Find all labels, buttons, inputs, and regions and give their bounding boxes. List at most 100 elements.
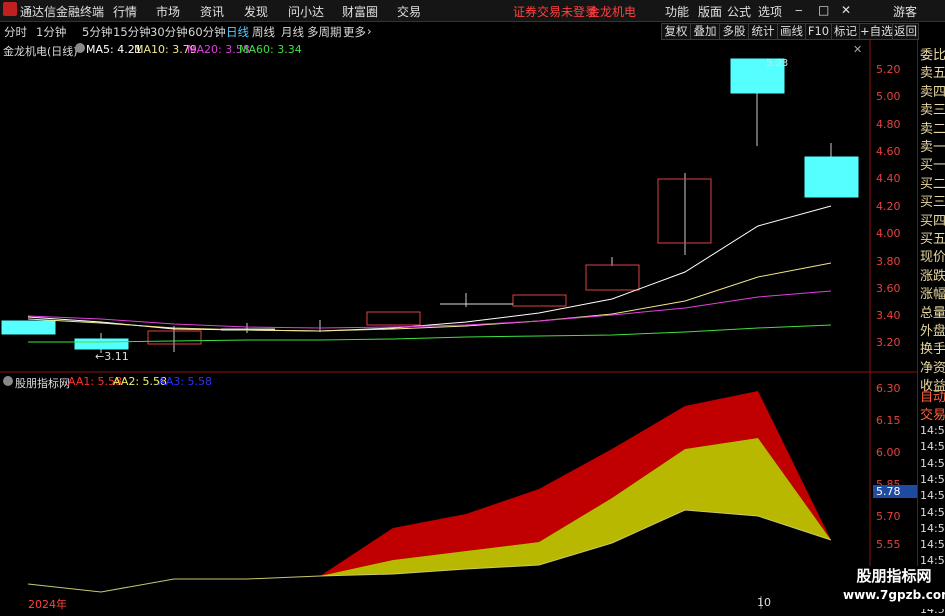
low-price-label: ←3.11 [95,350,129,363]
trade-time: 14:56 [920,489,945,503]
candle-up [585,264,640,291]
settings-dot-icon[interactable] [75,43,85,53]
app-title: 通达信金融终端 [20,5,105,19]
candle-down [74,338,129,350]
guest-label[interactable]: 游客 [893,3,917,20]
minimize-icon[interactable]: ‒ [795,3,803,17]
watermark-line2: www.7gpzb.com [843,588,945,602]
f10-button[interactable]: F10 [805,23,832,40]
date-tick-label: 10 [757,596,771,609]
menu-bar: 通达信金融终端 行情 市场 资讯 发现 问小达 财富圈 交易 证券交易未登录 金… [0,0,945,22]
quote-label: 总量 [920,305,945,321]
price-tick: 4.80 [876,118,901,131]
tab-weekly[interactable]: 周线 [252,24,275,40]
quote-label: 委比 [920,48,945,63]
quote-label: 自动 [920,390,945,405]
login-status[interactable]: 证券交易未登录 [513,3,597,20]
menu-shichang[interactable]: 市场 [156,3,180,20]
tab-monthly[interactable]: 月线 [281,24,304,40]
quote-label: 卖五 [920,66,945,82]
menu-gongshi[interactable]: 公式 [727,3,751,20]
menu-banmian[interactable]: 版面 [698,3,722,20]
tab-5min[interactable]: 5分钟 [82,24,112,40]
ma60-label: MA60: 3.34 [239,43,302,56]
trade-time: 14:56 [920,538,945,552]
quote-label: 买三 [920,195,945,211]
quote-label: 涨幅 [920,287,945,303]
panel-close-icon[interactable]: ✕ [853,43,862,56]
add-watchlist-button[interactable]: +自选 [859,23,893,40]
quote-label: 卖三 [920,103,945,119]
candle-down [1,320,56,335]
stats-button[interactable]: 统计 [748,23,778,40]
mark-button[interactable]: 标记 [831,23,860,40]
quote-label: 买一 [920,158,945,174]
candle-up [512,294,567,307]
price-tick: 5.00 [876,90,901,103]
quote-label: 买二 [920,176,945,192]
aa3-label: AA3: 5.58 [158,375,213,388]
trade-time: 14:56 [920,521,945,535]
candle-down [804,156,859,198]
quote-label: 换手 [920,342,945,358]
quote-label: 卖二 [920,121,945,137]
maximize-icon[interactable]: □ [818,3,829,17]
price-axis: 5.20 5.00 4.80 4.60 4.40 4.20 4.00 3.80 … [876,40,916,372]
quote-label: 外盘 [920,324,945,339]
draw-line-button[interactable]: 画线 [777,23,806,40]
menu-wenxiaoda[interactable]: 问小达 [288,3,324,20]
menu-hangqing[interactable]: 行情 [113,3,137,20]
quote-label: 涨跌 [920,268,945,284]
quote-label: 交易 [920,408,945,423]
tab-multi[interactable]: 多周期 [307,24,342,40]
quote-label: 现价 [920,250,945,266]
tab-fenshi[interactable]: 分时 [4,24,27,40]
indicator-title: 股朋指标网 [15,377,70,390]
tab-daily[interactable]: 日线 [226,24,249,40]
multi-stock-button[interactable]: 多股 [719,23,749,40]
quote-side-panel: 委比 卖五 卖四 卖三 卖二 卖一 买一 买二 买三 买四 买五 现价 涨跌 涨幅 总量 外盘 换手 净资 收益 自动… [917,40,945,616]
tab-more[interactable]: 更多 [343,24,366,40]
indicator-tick: 6.30 [876,382,901,395]
chevron-right-icon[interactable]: › [367,24,372,38]
chart-area[interactable] [0,40,917,609]
tab-15min[interactable]: 15分钟 [113,24,151,40]
menu-caifuquan[interactable]: 财富圈 [342,3,378,20]
date-start-label: 2024年 [28,598,67,611]
overlay-button[interactable]: 叠加 [690,23,720,40]
trade-time: 14:56 [920,440,945,454]
stock-name-top: 金龙机电 [588,5,637,19]
price-tick: 3.80 [876,255,901,268]
main-panel-title: 金龙机电(日线) [3,45,78,58]
quote-label: 净资 [920,360,945,376]
price-tick: 4.60 [876,145,901,158]
high-price-label: 5.23 [766,58,789,69]
close-icon[interactable]: ✕ [841,3,851,17]
quote-label: 卖一 [920,140,945,155]
watermark: 股朋指标网 www.7gpzb.com [843,566,945,609]
indicator-tick: 6.15 [876,414,901,427]
candle-series [1,58,859,353]
watermark-line1: 股朋指标网 [856,567,932,585]
quote-label: 买五 [920,232,945,247]
price-tick: 3.40 [876,309,901,322]
quote-label: 卖四 [920,84,945,100]
tab-1min[interactable]: 1分钟 [36,24,66,40]
indicator-settings-icon[interactable] [3,376,13,386]
menu-zixun[interactable]: 资讯 [200,3,224,20]
menu-faxian[interactable]: 发现 [244,3,268,20]
period-toolbar: 分时 1分钟 5分钟 15分钟 30分钟 60分钟 日线 周线 月线 多周期 更… [0,22,945,40]
menu-gongneng[interactable]: 功能 [665,3,689,20]
menu-jiaoyi[interactable]: 交易 [397,3,421,20]
price-tick: 3.60 [876,282,901,295]
trade-time: 14:56 [920,424,945,437]
fuquan-button[interactable]: 复权 [661,23,691,40]
menu-xuanxiang[interactable]: 选项 [758,3,782,20]
tab-60min[interactable]: 60分钟 [188,24,226,40]
indicator-current-value: 5.78 [873,485,918,498]
trade-time: 14:56 [920,505,945,519]
tab-30min[interactable]: 30分钟 [150,24,188,40]
price-tick: 4.20 [876,200,901,213]
candle-up [366,311,421,326]
back-button[interactable]: 返回 [892,23,919,40]
